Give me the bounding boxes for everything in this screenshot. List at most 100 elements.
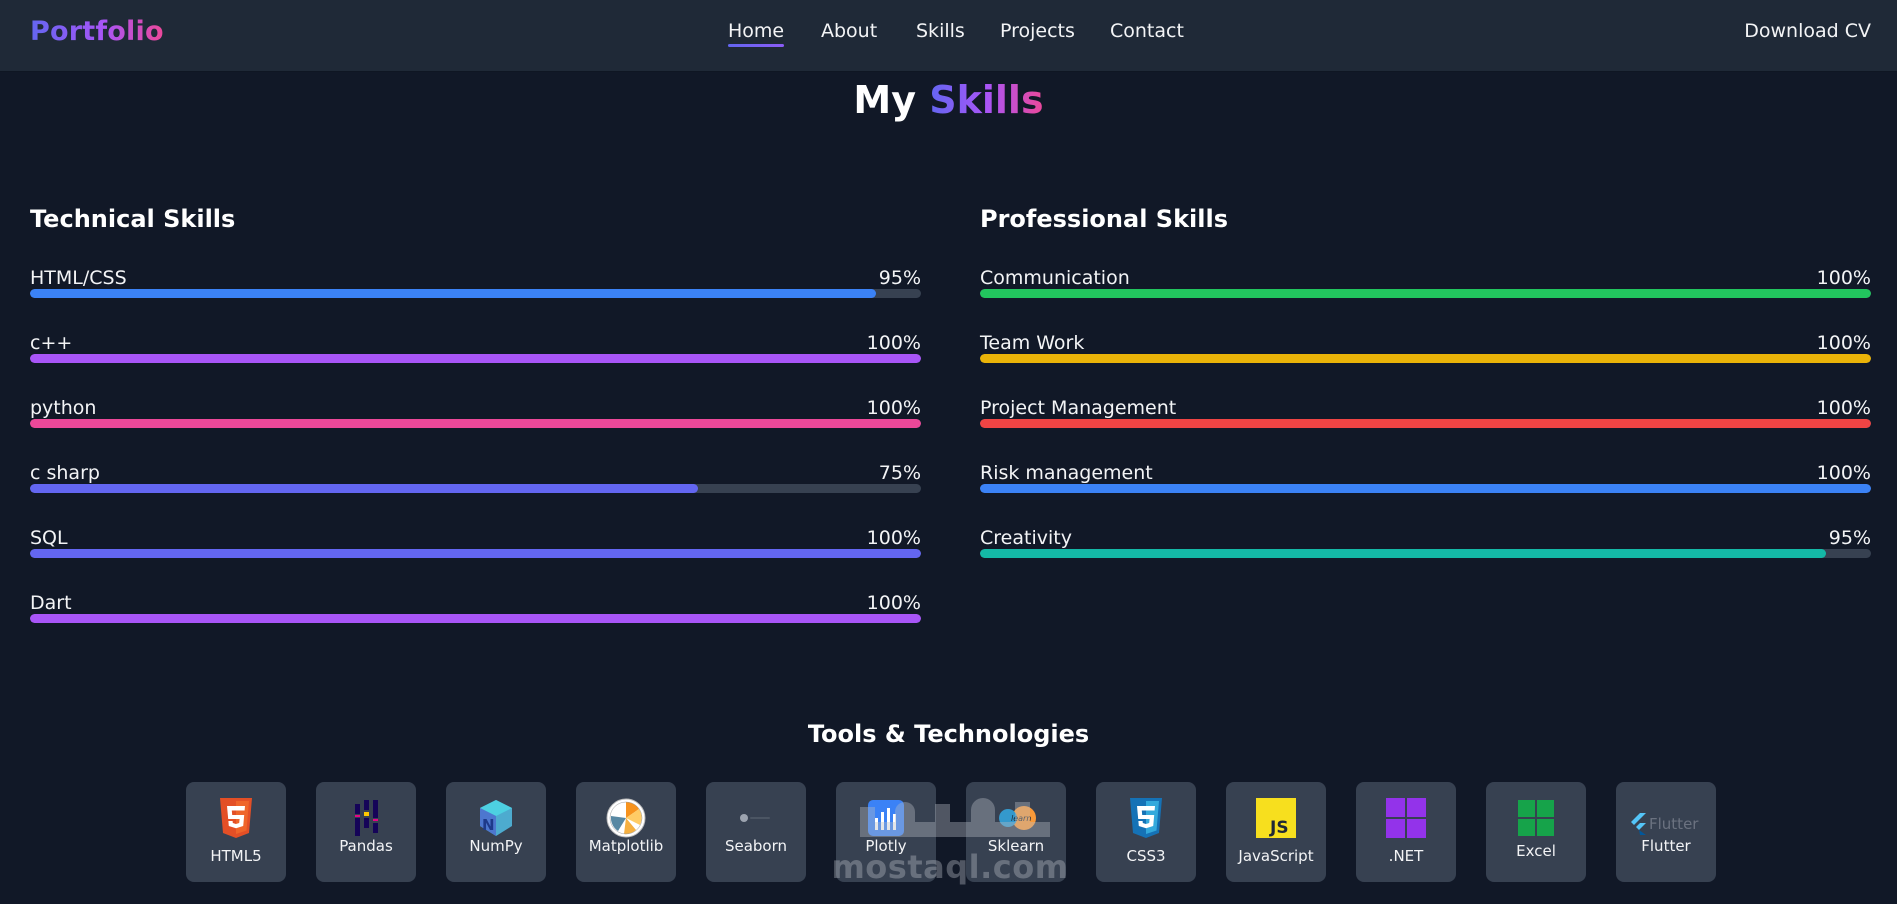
- page-title-prefix: My: [853, 78, 916, 122]
- skill-progress-track: [980, 289, 1871, 298]
- skill-progress-track: [30, 484, 921, 493]
- skill-percent: 100%: [866, 592, 921, 614]
- nav-link-contact[interactable]: Contact: [1110, 20, 1184, 42]
- nav-link-projects[interactable]: Projects: [1000, 20, 1075, 42]
- svg-text:learn: learn: [1011, 814, 1031, 823]
- skill-progress-track: [30, 549, 921, 558]
- skill-percent: 75%: [878, 462, 921, 484]
- download-cv-button[interactable]: Download CV: [1744, 20, 1871, 42]
- skill-row: python 100%: [30, 397, 921, 462]
- skill-row: Risk management 100%: [980, 462, 1871, 527]
- skill-row: Team Work 100%: [980, 332, 1871, 397]
- nav-link-skills[interactable]: Skills: [916, 20, 965, 42]
- professional-skills-section: Professional Skills Communication 100% Tea…: [980, 205, 1871, 592]
- skill-progress-fill: [980, 289, 1871, 298]
- skill-label: Creativity: [980, 527, 1072, 549]
- skill-progress-track: [980, 354, 1871, 363]
- tool-name: .NET: [1388, 847, 1424, 865]
- skill-row: SQL 100%: [30, 527, 921, 592]
- tool-name: Flutter: [1641, 837, 1691, 855]
- skill-row: Creativity 95%: [980, 527, 1871, 592]
- excel-icon: [1516, 798, 1556, 838]
- skill-percent: 100%: [866, 332, 921, 354]
- skill-label: Communication: [980, 267, 1130, 289]
- tool-name: Seaborn: [724, 837, 788, 855]
- skill-percent: 100%: [866, 527, 921, 549]
- skill-label: HTML/CSS: [30, 267, 127, 289]
- skill-percent: 100%: [1816, 462, 1871, 484]
- technical-skills-title: Technical Skills: [30, 205, 236, 233]
- nav-link-about[interactable]: About: [821, 20, 877, 42]
- skill-label: python: [30, 397, 97, 419]
- javascript-icon: JS: [1256, 798, 1296, 838]
- tool-card-flutter[interactable]: Flutter Flutter: [1616, 782, 1716, 882]
- page-title: My Skills: [0, 78, 1897, 122]
- skill-percent: 100%: [1816, 332, 1871, 354]
- skill-row: Dart 100%: [30, 592, 921, 657]
- numpy-icon: N: [476, 798, 516, 838]
- skill-progress-track: [30, 289, 921, 298]
- skill-percent: 95%: [1828, 527, 1871, 549]
- svg-text:Flutter: Flutter: [1649, 815, 1699, 833]
- skill-label: Project Management: [980, 397, 1177, 419]
- skill-progress-fill: [30, 289, 877, 298]
- technical-skills-section: Technical Skills HTML/CSS 95% c++ 100% pytho…: [30, 205, 921, 657]
- tool-card-html5[interactable]: HTML5: [186, 782, 286, 882]
- skill-percent: 100%: [1816, 397, 1871, 419]
- skill-percent: 100%: [866, 397, 921, 419]
- tool-card-excel[interactable]: Excel: [1486, 782, 1586, 882]
- tool-card-numpy[interactable]: N NumPy: [446, 782, 546, 882]
- skill-progress-track: [30, 419, 921, 428]
- skill-progress-fill: [30, 354, 921, 363]
- pandas-icon: [346, 798, 386, 838]
- matplotlib-icon: [606, 798, 646, 838]
- nav-link-home[interactable]: Home: [728, 20, 785, 47]
- tool-card-pandas[interactable]: Pandas: [316, 782, 416, 882]
- tool-card-sklearn[interactable]: learn Sklearn: [966, 782, 1066, 882]
- tool-card-javascript[interactable]: JS JavaScript: [1226, 782, 1326, 882]
- svg-text:JS: JS: [1269, 818, 1289, 838]
- tool-name: HTML5: [210, 847, 262, 865]
- skill-row: c++ 100%: [30, 332, 921, 397]
- tool-card-dotnet[interactable]: .NET: [1356, 782, 1456, 882]
- tool-name: CSS3: [1126, 847, 1166, 865]
- skill-progress-track: [30, 354, 921, 363]
- skill-row: Project Management 100%: [980, 397, 1871, 462]
- dotnet-icon: [1386, 798, 1426, 838]
- skill-label: SQL: [30, 527, 68, 549]
- skill-label: Dart: [30, 592, 72, 614]
- skill-label: c sharp: [30, 462, 100, 484]
- tool-card-matplotlib[interactable]: Matplotlib: [576, 782, 676, 882]
- skill-percent: 100%: [1816, 267, 1871, 289]
- tool-name: Matplotlib: [588, 837, 664, 855]
- skill-progress-track: [30, 614, 921, 623]
- navbar: Portfolio Home About Skills Projects Con…: [0, 0, 1897, 72]
- tool-name: Excel: [1516, 842, 1556, 860]
- skill-progress-fill: [980, 354, 1871, 363]
- skill-progress-fill: [980, 419, 1871, 428]
- skill-label: Team Work: [980, 332, 1085, 354]
- tool-name: JavaScript: [1238, 847, 1314, 865]
- seaborn-icon: [736, 798, 776, 838]
- skill-progress-fill: [30, 484, 699, 493]
- professional-skills-list: Communication 100% Team Work 100% Project Ma…: [980, 267, 1871, 592]
- skill-row: c sharp 75%: [30, 462, 921, 527]
- skill-progress-track: [980, 484, 1871, 493]
- skill-progress-fill: [980, 549, 1827, 558]
- tool-card-seaborn[interactable]: Seaborn: [706, 782, 806, 882]
- tool-name: Pandas: [339, 837, 393, 855]
- skill-progress-fill: [30, 419, 921, 428]
- skill-label: c++: [30, 332, 73, 354]
- tool-card-plotly[interactable]: Plotly: [836, 782, 936, 882]
- skill-progress-fill: [980, 484, 1871, 493]
- skill-label: Risk management: [980, 462, 1153, 484]
- skill-progress-track: [980, 549, 1871, 558]
- sklearn-icon: learn: [996, 798, 1036, 838]
- html5-icon: [216, 798, 256, 838]
- tools-title: Tools & Technologies: [807, 720, 1090, 748]
- skill-row: HTML/CSS 95%: [30, 267, 921, 332]
- tool-name: NumPy: [469, 837, 523, 855]
- tool-card-css3[interactable]: CSS3: [1096, 782, 1196, 882]
- page-title-accent: Skills: [929, 78, 1044, 122]
- tool-name: Sklearn: [987, 837, 1045, 855]
